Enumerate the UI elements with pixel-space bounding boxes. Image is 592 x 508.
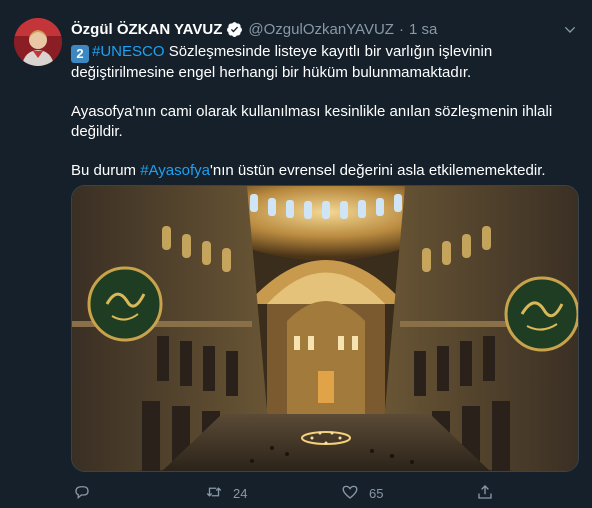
paragraph-1: 2 #UNESCO Sözleşmesinde listeye kayıtlı b…	[71, 42, 571, 83]
like-button[interactable]: 65	[341, 483, 383, 504]
tweet-photo[interactable]	[71, 185, 579, 472]
author-name[interactable]: Özgül ÖZKAN YAVUZ	[71, 21, 222, 38]
hashtag-ayasofya[interactable]: #Ayasofya	[140, 162, 210, 179]
hashtag-unesco[interactable]: #UNESCO	[92, 43, 165, 60]
tweet-actions: 24 65	[71, 482, 511, 504]
chevron-down-icon[interactable]	[562, 22, 578, 38]
heart-icon	[341, 483, 359, 504]
verified-badge-icon	[226, 21, 243, 38]
retweet-icon	[205, 483, 223, 504]
tweet-header: Özgül ÖZKAN YAVUZ @OzgulOzkanYAVUZ · 1 s…	[71, 21, 552, 38]
tweet[interactable]: Özgül ÖZKAN YAVUZ @OzgulOzkanYAVUZ · 1 s…	[0, 0, 592, 508]
share-icon	[476, 483, 494, 504]
timestamp[interactable]: 1 sa	[409, 21, 437, 38]
paragraph-3-after: 'nın üstün evrensel değerini asla etkile…	[209, 162, 546, 179]
paragraph-3: Bu durum #Ayasofya'nın üstün evrensel de…	[71, 161, 571, 181]
author-handle[interactable]: @OzgulOzkanYAVUZ	[248, 21, 394, 38]
paragraph-2: Ayasofya'nın cami olarak kullanılması ke…	[71, 103, 553, 140]
retweet-count: 24	[233, 485, 248, 501]
like-count: 65	[369, 485, 384, 501]
share-button[interactable]	[476, 483, 494, 504]
tweet-text: 2 #UNESCO Sözleşmesinde listeye kayıtlı b…	[71, 42, 571, 200]
avatar[interactable]	[14, 18, 62, 66]
retweet-button[interactable]: 24	[205, 483, 247, 504]
keycap-two-icon: 2	[71, 45, 89, 63]
separator-dot: ·	[398, 21, 404, 38]
paragraph-3-before: Bu durum	[71, 162, 141, 179]
reply-button[interactable]	[73, 483, 101, 504]
reply-icon	[73, 483, 91, 504]
